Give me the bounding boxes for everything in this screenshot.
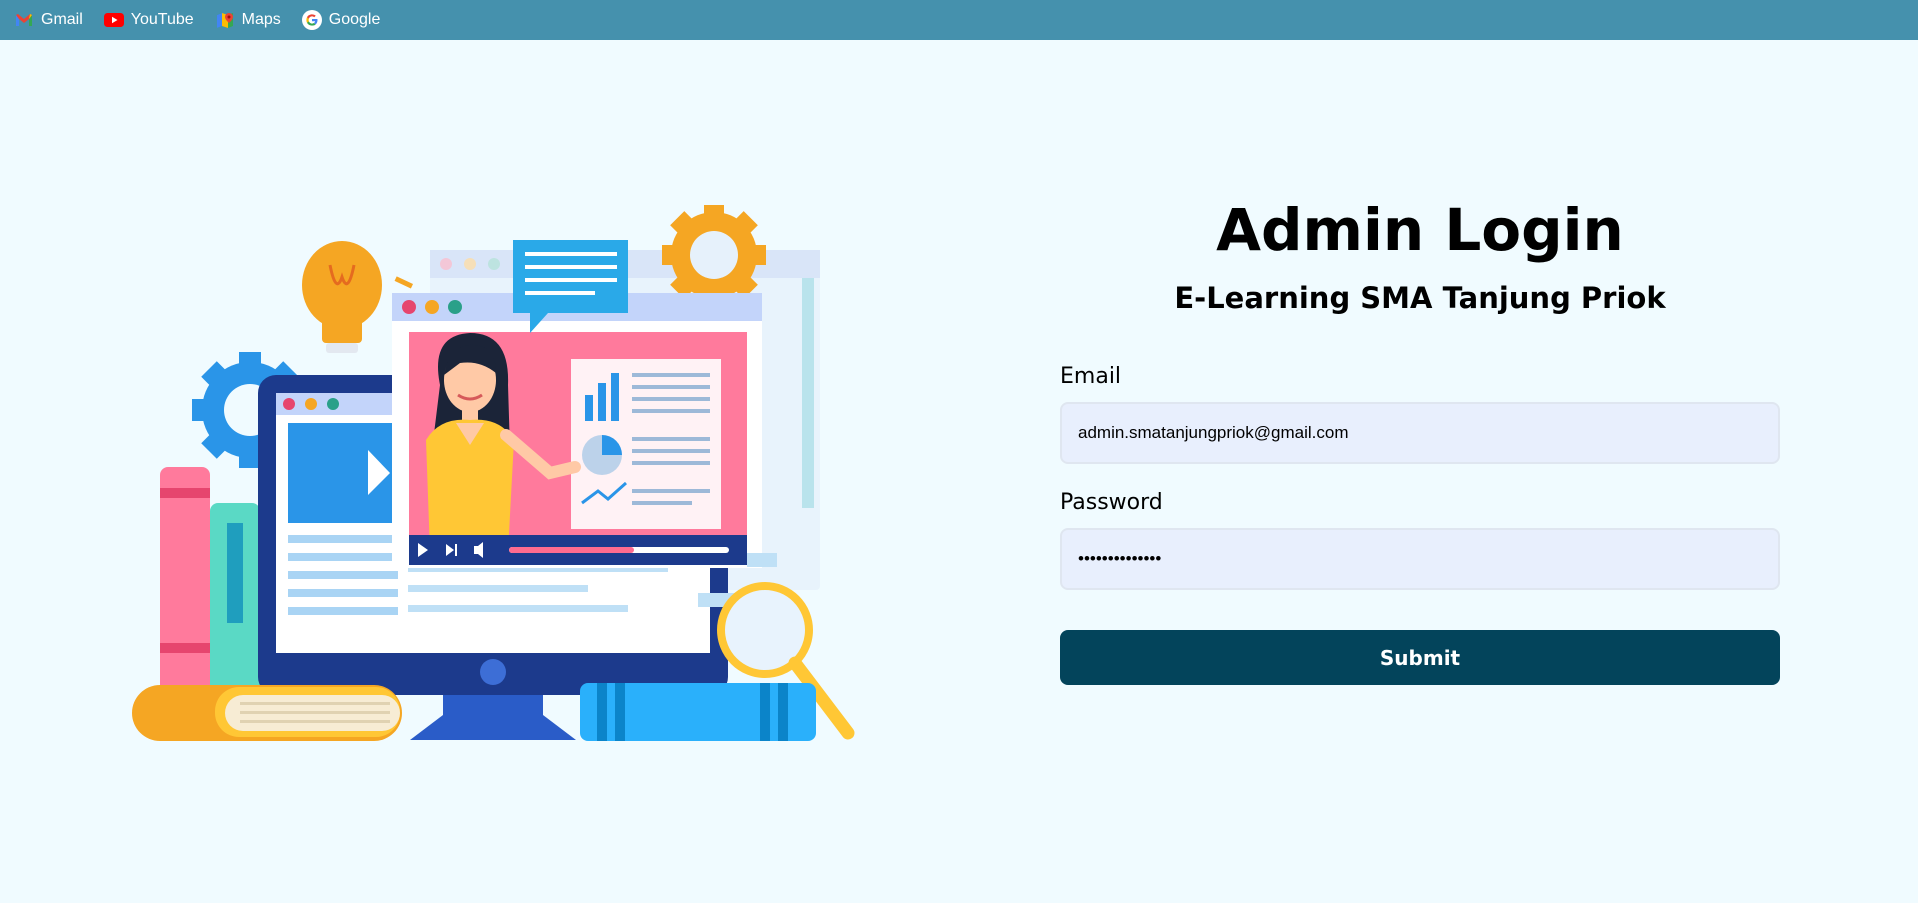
maps-icon [215, 10, 235, 30]
password-field[interactable]: •••••••••••••• [1060, 528, 1780, 590]
email-field[interactable]: admin.smatanjungpriok@gmail.com [1060, 402, 1780, 464]
e-learning-illustration [130, 203, 870, 745]
bookmark-label: Maps [241, 11, 281, 28]
bookmarks-bar: Gmail YouTube Maps Google [0, 0, 1918, 40]
bookmark-gmail[interactable]: Gmail [14, 10, 83, 30]
page-subtitle: E-Learning SMA Tanjung Priok [1174, 281, 1666, 315]
page-title: Admin Login [1216, 196, 1624, 264]
submit-button[interactable]: Submit [1060, 630, 1780, 685]
password-value: •••••••••••••• [1078, 549, 1162, 568]
email-label: Email [1060, 364, 1122, 389]
bookmark-google[interactable]: Google [301, 10, 381, 30]
email-value: admin.smatanjungpriok@gmail.com [1078, 423, 1349, 442]
bookmark-label: YouTube [130, 11, 194, 28]
gmail-icon [14, 10, 34, 30]
google-icon [301, 10, 322, 30]
youtube-icon [103, 10, 124, 30]
bookmark-youtube[interactable]: YouTube [103, 10, 194, 30]
bookmark-maps[interactable]: Maps [215, 10, 281, 30]
password-label: Password [1060, 490, 1163, 515]
login-panel: Admin Login E-Learning SMA Tanjung Priok… [1060, 190, 1780, 685]
bookmark-label: Google [328, 11, 381, 28]
bookmark-label: Gmail [41, 11, 83, 28]
